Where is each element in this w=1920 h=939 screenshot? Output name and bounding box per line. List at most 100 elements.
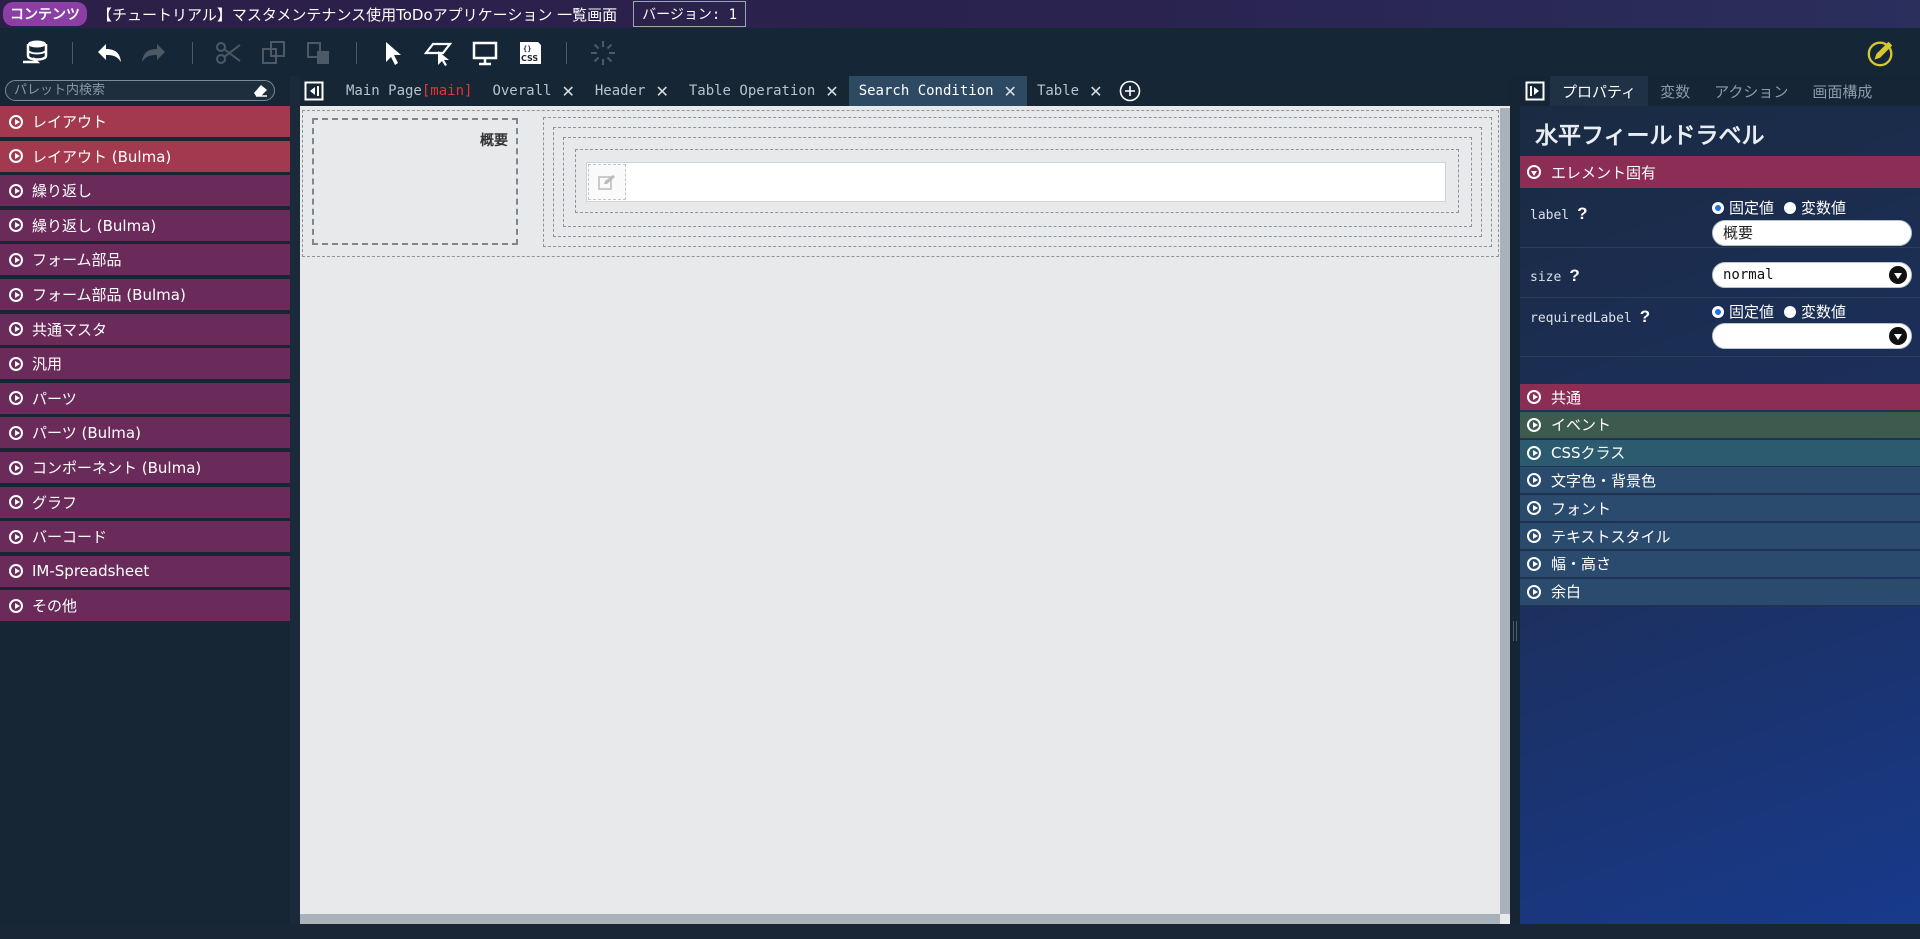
palette-category[interactable]: 汎用 [0,348,290,381]
property-section[interactable]: テキストスタイル [1520,523,1920,550]
palette-category[interactable]: コンポーネント (Bulma) [0,452,290,484]
prop-required-name: requiredLabel? [1530,307,1651,326]
toolbar-separator [356,42,357,64]
status-bar [0,924,1920,939]
page-tab[interactable]: Overall ✕ [482,76,584,106]
preview-monitor-icon[interactable] [470,38,500,68]
close-icon[interactable]: ✕ [1004,82,1017,101]
splitter-grip[interactable] [1513,621,1517,641]
panel-splitter[interactable] [1510,76,1520,924]
size-select[interactable]: normal [1712,262,1912,288]
tab-actions[interactable]: アクション [1702,76,1800,106]
palette-category[interactable]: 繰り返し (Bulma) [0,209,290,242]
palette-category[interactable]: 共通マスタ [0,313,290,346]
palette-category-label: IM-Spreadsheet [32,562,150,581]
text-input[interactable] [586,162,1446,202]
close-icon[interactable]: ✕ [655,82,668,101]
close-icon[interactable]: ✕ [825,82,838,101]
required-value-type: 固定値 変数値 [1712,301,1856,322]
palette-category[interactable]: バーコード [0,521,290,554]
add-tab-icon[interactable] [1113,76,1147,106]
collapse-property-icon[interactable] [1520,76,1550,106]
property-section[interactable]: CSSクラス [1520,439,1920,467]
property-section[interactable]: 文字色・背景色 [1520,467,1920,495]
property-section[interactable]: 余白 [1520,578,1920,606]
tab-variables[interactable]: 変数 [1648,76,1702,106]
property-section[interactable]: 共通 [1520,384,1920,411]
radio-variable[interactable] [1784,305,1797,318]
horizontal-field-label[interactable]: 概要 [312,118,518,245]
prop-row-required-label: requiredLabel? 固定値 変数値 [1520,299,1920,357]
palette-category[interactable]: IM-Spreadsheet [0,555,290,588]
section-label: 共通 [1551,388,1582,407]
palette-category-label: バーコード [32,528,108,547]
prop-row-size: size? normal [1520,258,1920,298]
expand-icon [1527,390,1541,404]
help-icon[interactable]: ? [1577,204,1587,223]
help-icon[interactable]: ? [1569,266,1579,285]
radio-fixed[interactable] [1712,201,1724,214]
pointer-icon[interactable] [378,38,408,68]
expand-icon [9,460,23,475]
palette-category-label: 繰り返し [32,182,93,201]
palette-category[interactable]: その他 [0,590,290,623]
page-tab[interactable]: Main Page [main] [336,76,482,106]
palette-category[interactable]: フォーム部品 [0,244,290,277]
expand-icon [1527,556,1541,571]
paste-icon[interactable] [304,38,334,68]
palette-search-input[interactable]: パレット内検索 [5,80,275,101]
radio-variable[interactable] [1784,201,1797,214]
palette-category[interactable]: 繰り返し [0,175,290,208]
copy-icon[interactable] [259,38,289,68]
help-icon[interactable]: ? [1640,307,1650,326]
expand-icon [1527,445,1541,460]
close-icon[interactable]: ✕ [561,82,574,101]
page-tabs: Main Page [main] Overall ✕ Header ✕ Table Oper… [300,76,1510,106]
palette-search-placeholder: パレット内検索 [14,83,106,98]
tab-screen-structure[interactable]: 画面構成 [1800,76,1884,106]
edit-pencil-icon[interactable] [1866,38,1896,68]
property-section[interactable]: イベント [1520,411,1920,439]
expand-icon [9,114,23,129]
expand-icon [1527,501,1541,516]
property-section[interactable]: フォント [1520,495,1920,523]
page-tab[interactable]: Header ✕ [585,76,679,106]
tab-properties[interactable]: プロパティ [1550,76,1649,106]
palette-category[interactable]: パーツ [0,382,290,415]
page-tab[interactable]: Search Condition ✕ [848,76,1027,106]
palette-category[interactable]: レイアウト [0,106,290,138]
palette-category[interactable]: グラフ [0,486,290,519]
canvas-vertical-scrollbar[interactable] [1500,108,1510,914]
canvas-horizontal-scrollbar[interactable] [300,914,1500,924]
palette-category[interactable]: レイアウト (Bulma) [0,140,290,173]
undo-icon[interactable] [94,38,124,68]
database-icon[interactable] [20,38,50,68]
section-element-specific[interactable]: エレメント固有 [1520,156,1920,188]
section-label: エレメント固有 [1551,163,1657,182]
page-tab[interactable]: Table ✕ [1027,76,1113,106]
palette-category-label: フォーム部品 (Bulma) [32,286,186,304]
css-icon[interactable]: {} CSS [515,38,545,68]
page-tab[interactable]: Table Operation ✕ [679,76,849,106]
redo-icon[interactable] [139,38,169,68]
main-page-tag: [main] [421,83,473,99]
radio-fixed[interactable] [1712,305,1724,318]
cut-icon[interactable] [213,38,243,68]
collapse-palette-icon[interactable] [300,76,328,106]
label-value-field[interactable]: 概要 [1712,220,1912,246]
loading-spinner-icon [588,38,618,68]
version-label[interactable]: バージョン: 1 [633,1,747,27]
eraser-icon[interactable] [252,83,268,103]
required-label-select[interactable] [1712,323,1912,349]
section-label: テキストスタイル [1551,527,1671,546]
close-icon[interactable]: ✕ [1089,82,1102,101]
field-label-text: 概要 [480,133,508,149]
toolbar-separator [72,42,73,64]
property-section[interactable]: 幅・高さ [1520,550,1920,578]
palette-category-label: パーツ [32,389,77,408]
select-area-icon[interactable] [423,38,453,68]
palette-category[interactable]: フォーム部品 (Bulma) [0,279,290,311]
expand-icon [9,529,23,544]
expand-icon [9,425,23,440]
palette-category[interactable]: パーツ (Bulma) [0,417,290,450]
